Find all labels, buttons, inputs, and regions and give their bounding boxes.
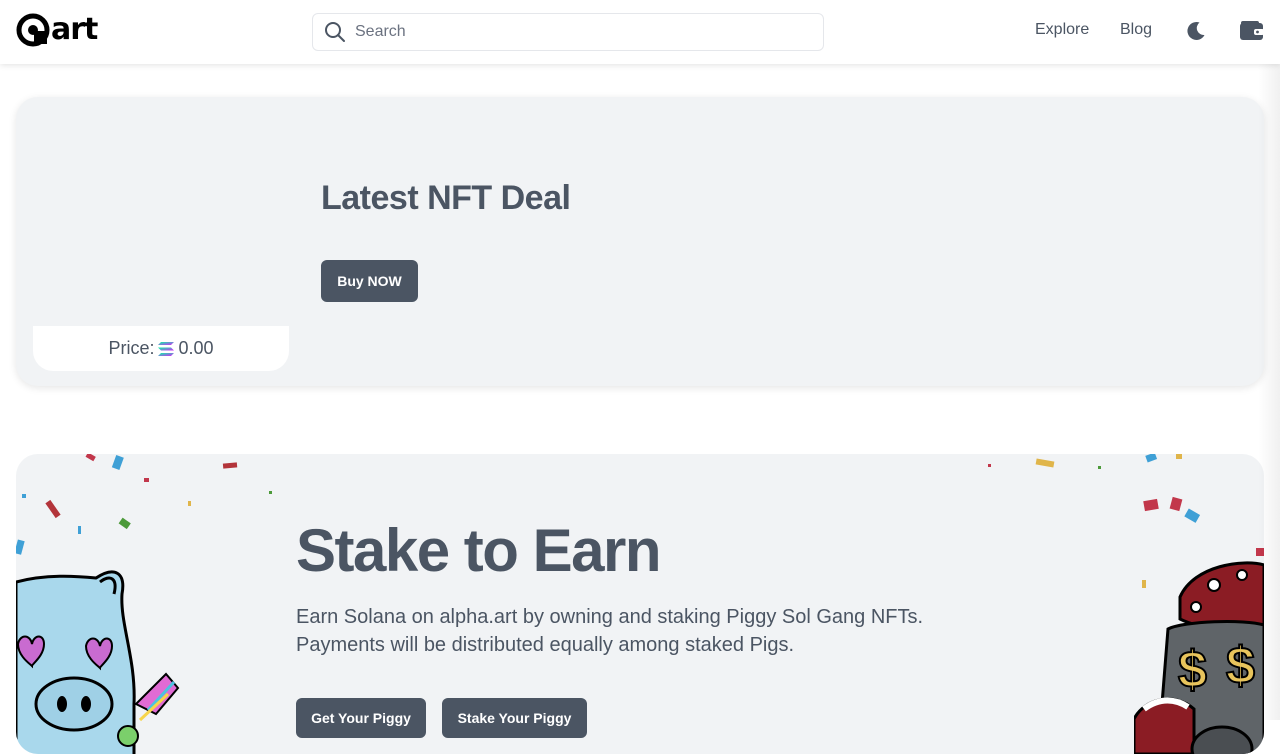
latest-deal-card: Price: 0.00 Latest NFT Deal Buy NOW (16, 97, 1264, 386)
piggy-illustration-right: $ $ (1134, 561, 1264, 754)
stake-description: Earn Solana on alpha.art by owning and s… (296, 603, 956, 659)
solana-icon (158, 341, 175, 356)
stake-to-earn-card: $ $ Stake to Earn Earn Solana on alpha.a… (16, 454, 1264, 754)
nav-explore-link[interactable]: Explore (1035, 21, 1089, 39)
page-edge-shadow (1258, 64, 1280, 720)
stake-description-line-2: Payments will be distributed equally amo… (296, 634, 795, 656)
get-your-piggy-button[interactable]: Get Your Piggy (296, 698, 426, 738)
buy-now-button[interactable]: Buy NOW (321, 260, 418, 302)
search-bar[interactable] (312, 13, 824, 51)
svg-text:$: $ (1226, 637, 1255, 695)
nav-blog-link[interactable]: Blog (1120, 21, 1152, 39)
price-value: 0.00 (178, 338, 214, 358)
piggy-illustration-left (16, 570, 180, 754)
search-icon (325, 22, 345, 42)
alpha-art-logo[interactable]: art (16, 12, 98, 47)
price-label: Price: (108, 338, 155, 358)
svg-text:$: $ (1178, 641, 1207, 699)
alpha-logo-icon (16, 13, 50, 47)
stake-description-line-1: Earn Solana on alpha.art by owning and s… (296, 606, 924, 628)
price-box: Price: 0.00 (33, 326, 289, 371)
stake-your-piggy-button[interactable]: Stake Your Piggy (442, 698, 587, 738)
stake-title: Stake to Earn (296, 517, 661, 584)
wallet-button[interactable] (1239, 18, 1265, 44)
logo-text: art (51, 12, 98, 47)
moon-icon (1187, 21, 1205, 40)
search-input[interactable] (355, 23, 795, 41)
dark-mode-toggle[interactable] (1183, 18, 1209, 44)
deal-title: Latest NFT Deal (321, 179, 571, 217)
wallet-icon (1240, 21, 1264, 40)
top-navigation-bar: art Explore Blog (0, 0, 1280, 64)
